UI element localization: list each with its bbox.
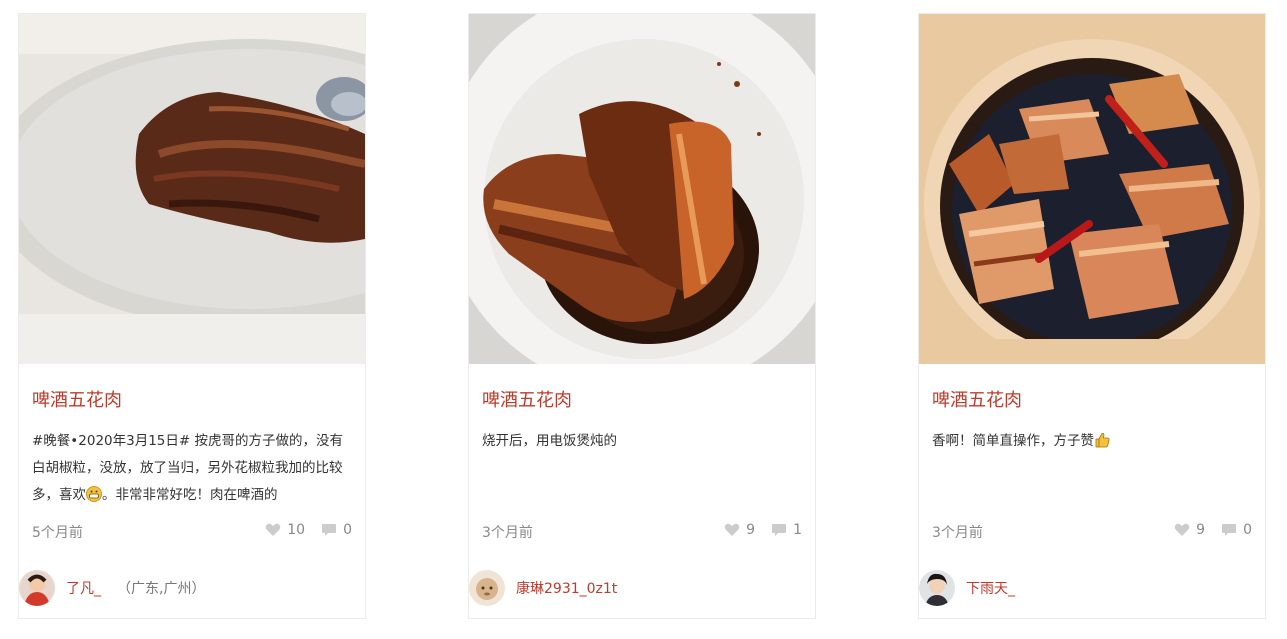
recipe-card[interactable]: 啤酒五花肉 #晚餐•2020年3月15日# 按虎哥的方子做的，没有白胡椒粒，没放… bbox=[18, 13, 366, 619]
recipe-title[interactable]: 啤酒五花肉 bbox=[932, 386, 1022, 412]
comment-icon[interactable] bbox=[321, 523, 337, 537]
recipe-title[interactable]: 啤酒五花肉 bbox=[482, 386, 572, 412]
recipe-meta: 5个月前 10 0 bbox=[32, 520, 352, 542]
heart-icon[interactable] bbox=[1174, 523, 1190, 537]
like-count: 9 bbox=[746, 522, 756, 538]
recipe-meta: 3个月前 9 1 bbox=[482, 520, 802, 542]
recipe-meta: 3个月前 9 0 bbox=[932, 520, 1252, 542]
avatar[interactable] bbox=[469, 570, 505, 606]
recipe-photo[interactable] bbox=[19, 14, 365, 364]
post-time: 3个月前 bbox=[932, 525, 983, 541]
recipe-description: #晚餐•2020年3月15日# 按虎哥的方子做的，没有白胡椒粒，没放，放了当归，… bbox=[32, 428, 354, 510]
recipe-stats: 9 1 bbox=[724, 522, 802, 538]
thumbs-up-emoji-icon bbox=[1094, 431, 1110, 448]
recipe-stats: 9 0 bbox=[1174, 522, 1252, 538]
recipe-card[interactable]: 啤酒五花肉 香啊！简单直操作，方子赞 3个月前 9 0 下雨天_ bbox=[918, 13, 1266, 619]
author-name[interactable]: 了凡_ bbox=[66, 578, 101, 598]
author-name[interactable]: 康琳2931_0z1t bbox=[516, 578, 617, 598]
author-row: 下雨天_ bbox=[919, 569, 1265, 607]
comment-icon[interactable] bbox=[771, 523, 787, 537]
heart-icon[interactable] bbox=[724, 523, 740, 537]
recipe-title[interactable]: 啤酒五花肉 bbox=[32, 386, 122, 412]
author-row: 康琳2931_0z1t bbox=[469, 569, 815, 607]
avatar[interactable] bbox=[919, 570, 955, 606]
description-text: 香啊！简单直操作，方子赞 bbox=[932, 433, 1094, 449]
description-text: 。非常非常好吃！肉在啤酒的 bbox=[102, 487, 278, 503]
author-location: （广东,广州） bbox=[117, 581, 206, 597]
author-row: 了凡_ （广东,广州） bbox=[19, 569, 365, 607]
recipe-photo[interactable] bbox=[469, 14, 815, 364]
comment-icon[interactable] bbox=[1221, 523, 1237, 537]
avatar[interactable] bbox=[19, 570, 55, 606]
author-name[interactable]: 下雨天_ bbox=[966, 578, 1015, 598]
recipe-stats: 10 0 bbox=[265, 522, 352, 538]
recipe-description: 香啊！简单直操作，方子赞 bbox=[932, 428, 1254, 510]
like-count: 10 bbox=[287, 522, 306, 538]
comment-count: 0 bbox=[1243, 522, 1252, 538]
comment-count: 0 bbox=[343, 522, 352, 538]
post-time: 5个月前 bbox=[32, 525, 83, 541]
post-time: 3个月前 bbox=[482, 525, 533, 541]
heart-icon[interactable] bbox=[265, 523, 281, 537]
recipe-description: 烧开后，用电饭煲炖的 bbox=[482, 433, 617, 449]
like-count: 9 bbox=[1196, 522, 1206, 538]
recipe-card[interactable]: 啤酒五花肉 烧开后，用电饭煲炖的 3个月前 9 1 康琳2931_0z1t bbox=[468, 13, 816, 619]
recipe-photo[interactable] bbox=[919, 14, 1265, 364]
comment-count: 1 bbox=[793, 522, 802, 538]
grin-emoji-icon bbox=[86, 485, 102, 502]
recipe-card-grid: 啤酒五花肉 #晚餐•2020年3月15日# 按虎哥的方子做的，没有白胡椒粒，没放… bbox=[0, 0, 1287, 639]
